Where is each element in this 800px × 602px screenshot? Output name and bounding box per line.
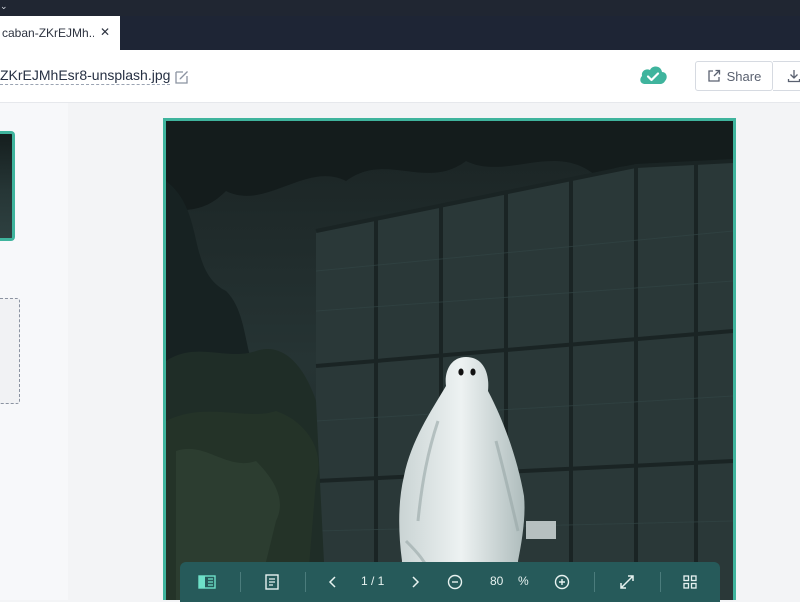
selected-image[interactable] — [163, 118, 736, 600]
document-icon — [265, 574, 279, 590]
page-thumbnail[interactable] — [0, 131, 15, 241]
zoom-in-button[interactable] — [553, 562, 571, 602]
download-button[interactable] — [773, 61, 800, 91]
toolbar-divider — [305, 572, 306, 592]
download-icon — [787, 70, 800, 83]
tab-active-file[interactable]: caban-ZKrEJMh... ✕ — [0, 16, 120, 50]
chevron-right-icon — [412, 576, 420, 588]
rename-icon[interactable] — [174, 69, 190, 85]
sidebar-toggle-icon — [198, 575, 216, 589]
window-menu-icon[interactable]: ⌄ — [0, 1, 8, 12]
zoom-unit: % — [518, 574, 529, 588]
page-view-button[interactable] — [262, 562, 282, 602]
document-header: ZKrEJMhEsr8-unsplash.jpg Share — [0, 50, 800, 103]
tab-close-icon[interactable]: ✕ — [100, 25, 110, 39]
zoom-out-icon — [447, 574, 463, 590]
toolbar-divider — [660, 572, 661, 592]
fit-screen-button[interactable] — [617, 562, 637, 602]
zoom-value[interactable]: 80 — [490, 574, 503, 588]
tab-strip — [0, 16, 800, 50]
share-button[interactable]: Share — [695, 61, 773, 91]
viewer-toolbar: 1 / 1 80 % — [180, 562, 720, 602]
next-page-button[interactable] — [408, 562, 422, 602]
grid-view-button[interactable] — [681, 562, 699, 602]
tab-label: caban-ZKrEJMh... — [2, 26, 94, 40]
zoom-in-icon — [554, 574, 570, 590]
ghost-photo — [166, 121, 733, 600]
expand-icon — [620, 575, 634, 589]
share-label: Share — [726, 68, 762, 84]
share-icon — [707, 69, 720, 82]
chevron-left-icon — [328, 576, 336, 588]
window-titlebar: ⌄ — [0, 0, 800, 16]
cloud-saved-icon — [640, 66, 667, 84]
zoom-out-button[interactable] — [446, 562, 464, 602]
add-page-dropzone[interactable] — [0, 298, 20, 404]
grid-icon — [683, 575, 697, 589]
sidebar-toggle-button[interactable] — [196, 562, 218, 602]
toolbar-divider — [240, 572, 241, 592]
page-indicator: 1 / 1 — [361, 574, 385, 588]
thumbnail-preview — [0, 134, 12, 238]
file-name[interactable]: ZKrEJMhEsr8-unsplash.jpg — [0, 67, 171, 85]
previous-page-button[interactable] — [326, 562, 340, 602]
toolbar-divider — [594, 572, 595, 592]
